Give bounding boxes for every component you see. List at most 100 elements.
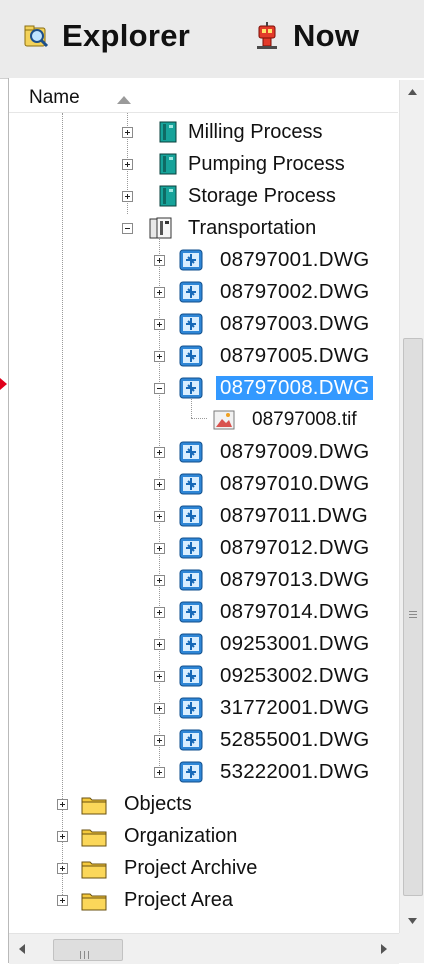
tree-item-project-archive[interactable]: Project Archive: [9, 853, 398, 883]
image-file-icon: [212, 408, 236, 432]
expand-toggle[interactable]: [154, 543, 165, 554]
explorer-search-icon: [22, 22, 50, 50]
expand-toggle[interactable]: [154, 767, 165, 778]
collapse-toggle[interactable]: [154, 383, 165, 394]
dwg-file-icon: [179, 472, 203, 496]
tree-item-label: 08797008.DWG: [216, 376, 374, 400]
dwg-file-icon: [179, 632, 203, 656]
folder-icon: [81, 856, 107, 880]
expand-toggle[interactable]: [122, 127, 133, 138]
tree-item-label: 08797014.DWG: [220, 600, 370, 623]
dwg-file-icon: [179, 504, 203, 528]
tree-item-pumping-process[interactable]: Pumping Process: [9, 149, 398, 179]
process-icon: [156, 184, 180, 208]
tree-item-dwg[interactable]: 08797010.DWG: [9, 469, 398, 499]
scroll-down-button[interactable]: [400, 908, 424, 933]
dwg-file-icon: [179, 312, 203, 336]
tree-item-dwg[interactable]: 08797001.DWG: [9, 245, 398, 275]
tree-item-label: 08797005.DWG: [220, 344, 370, 367]
expand-toggle[interactable]: [154, 671, 165, 682]
now-button[interactable]: Now: [253, 14, 359, 58]
expand-toggle[interactable]: [154, 447, 165, 458]
tree-item-dwg[interactable]: 08797002.DWG: [9, 277, 398, 307]
tree-item-dwg[interactable]: 53222001.DWG: [9, 757, 398, 787]
tree-item-project-area[interactable]: Project Area: [9, 885, 398, 915]
scroll-up-button[interactable]: [400, 80, 424, 105]
now-label: Now: [293, 18, 360, 53]
expand-toggle[interactable]: [154, 511, 165, 522]
tree-item-dwg[interactable]: 08797013.DWG: [9, 565, 398, 595]
tree-item-label: 08797012.DWG: [220, 536, 370, 559]
expand-toggle[interactable]: [154, 703, 165, 714]
vertical-scrollbar[interactable]: [399, 80, 424, 933]
name-column-header[interactable]: Name: [9, 80, 398, 113]
dwg-file-icon: [179, 280, 203, 304]
dwg-file-icon: [179, 536, 203, 560]
tree-item-label: 08797009.DWG: [220, 440, 370, 463]
tree-item-milling-process[interactable]: Milling Process: [9, 117, 398, 147]
expand-toggle[interactable]: [154, 319, 165, 330]
tree-item-label: 52855001.DWG: [220, 728, 370, 751]
dwg-file-icon: [179, 248, 203, 272]
expand-toggle[interactable]: [57, 895, 68, 906]
tree-item-label: 08797011.DWG: [220, 504, 368, 527]
dwg-file-icon: [179, 664, 203, 688]
dwg-file-icon: [179, 376, 203, 400]
tree-item-dwg[interactable]: 08797005.DWG: [9, 341, 398, 371]
horizontal-scrollbar[interactable]: [9, 933, 399, 964]
vertical-scroll-thumb[interactable]: [403, 338, 423, 896]
expand-toggle[interactable]: [154, 639, 165, 650]
chevron-up-icon: [408, 89, 417, 95]
process-open-icon: [148, 216, 172, 240]
scrollbar-corner: [399, 933, 424, 963]
explorer-button[interactable]: Explorer: [22, 14, 190, 58]
chevron-left-icon: [19, 944, 25, 954]
expand-toggle[interactable]: [154, 735, 165, 746]
process-icon: [156, 152, 180, 176]
tree-item-dwg[interactable]: 08797003.DWG: [9, 309, 398, 339]
toolbar: Explorer Now: [0, 0, 424, 79]
tree-item-label: 08797003.DWG: [220, 312, 370, 335]
tree-item-dwg[interactable]: 31772001.DWG: [9, 693, 398, 723]
folder-icon: [81, 824, 107, 848]
tree-item-dwg-selected[interactable]: 08797008.DWG: [9, 373, 398, 403]
tree-item-label: Organization: [124, 825, 238, 847]
expand-toggle[interactable]: [122, 159, 133, 170]
expand-toggle[interactable]: [154, 255, 165, 266]
tree-item-dwg[interactable]: 08797012.DWG: [9, 533, 398, 563]
folder-icon: [81, 888, 107, 912]
expand-toggle[interactable]: [154, 287, 165, 298]
expand-toggle[interactable]: [154, 351, 165, 362]
tree-item-dwg[interactable]: 52855001.DWG: [9, 725, 398, 755]
expand-toggle[interactable]: [57, 863, 68, 874]
expand-toggle[interactable]: [57, 799, 68, 810]
tree-item-dwg[interactable]: 08797009.DWG: [9, 437, 398, 467]
expand-toggle[interactable]: [154, 479, 165, 490]
explorer-label: Explorer: [62, 18, 191, 53]
scroll-left-button[interactable]: [17, 942, 29, 961]
tree-item-label: 31772001.DWG: [220, 696, 370, 719]
horizontal-scroll-thumb[interactable]: [53, 939, 123, 961]
tree-item-label: 08797013.DWG: [220, 568, 370, 591]
tree-item-label: Project Area: [124, 889, 233, 911]
chevron-down-icon: [408, 918, 417, 924]
current-item-marker: [0, 378, 7, 390]
collapse-toggle[interactable]: [122, 223, 133, 234]
expand-toggle[interactable]: [154, 575, 165, 586]
tree-item-transportation[interactable]: Transportation: [9, 213, 398, 243]
tree-item-tif[interactable]: 08797008.tif: [9, 405, 398, 435]
tree-item-dwg[interactable]: 08797014.DWG: [9, 597, 398, 627]
tree-item-dwg[interactable]: 09253002.DWG: [9, 661, 398, 691]
scroll-right-button[interactable]: [377, 942, 389, 961]
tree-item-label: Objects: [124, 793, 192, 815]
tree-item-storage-process[interactable]: Storage Process: [9, 181, 398, 211]
tree-item-dwg[interactable]: 08797011.DWG: [9, 501, 398, 531]
tree-item-dwg[interactable]: 09253001.DWG: [9, 629, 398, 659]
expand-toggle[interactable]: [57, 831, 68, 842]
expand-toggle[interactable]: [154, 607, 165, 618]
tree-item-label: Project Archive: [124, 857, 258, 879]
tree-item-organization[interactable]: Organization: [9, 821, 398, 851]
tree-item-objects[interactable]: Objects: [9, 789, 398, 819]
expand-toggle[interactable]: [122, 191, 133, 202]
tree-item-label: 08797008.tif: [252, 409, 357, 430]
